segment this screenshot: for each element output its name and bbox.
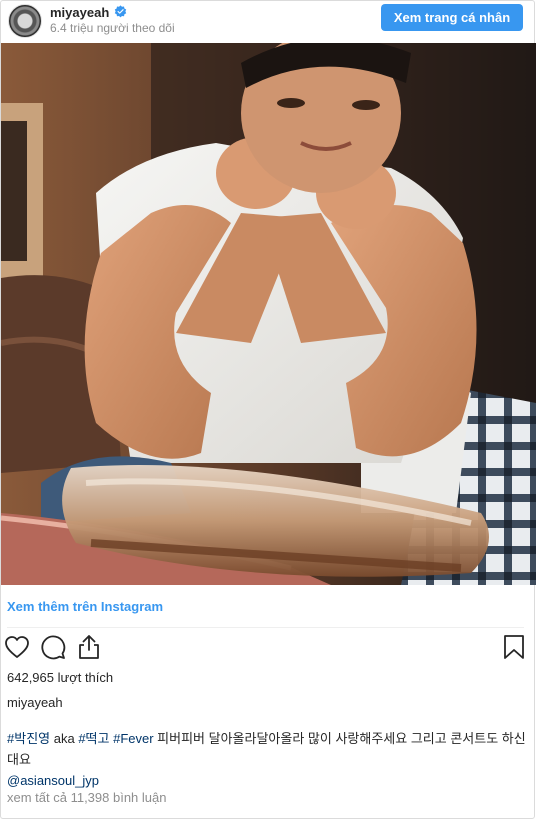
post-owner-username[interactable]: miyayeah bbox=[7, 695, 63, 710]
action-bar bbox=[1, 633, 536, 663]
like-count[interactable]: 642,965 lượt thích bbox=[7, 670, 113, 685]
instagram-embed-card: miyayeah 6.4 triệu người theo dõi Xem tr… bbox=[0, 0, 536, 819]
follower-count: 6.4 triệu người theo dõi bbox=[50, 21, 175, 35]
comment-icon[interactable] bbox=[39, 633, 67, 661]
username[interactable]: miyayeah bbox=[50, 5, 109, 20]
bookmark-icon[interactable] bbox=[500, 633, 528, 661]
view-profile-button[interactable]: Xem trang cá nhân bbox=[381, 4, 523, 31]
divider bbox=[7, 627, 524, 628]
hashtag-link[interactable]: #Fever bbox=[113, 731, 153, 746]
hashtag-link[interactable]: #떡고 bbox=[78, 731, 109, 746]
heart-icon[interactable] bbox=[3, 633, 31, 661]
view-more-on-instagram-link[interactable]: Xem thêm trên Instagram bbox=[7, 599, 163, 614]
hashtag-link[interactable]: #박진영 bbox=[7, 731, 50, 746]
avatar[interactable] bbox=[8, 4, 42, 38]
post-photo-image bbox=[1, 43, 536, 585]
view-all-comments-link[interactable]: xem tất cả 11,398 bình luận bbox=[7, 790, 166, 805]
mention-link[interactable]: @asiansoul_jyp bbox=[7, 773, 99, 788]
caption-text: aka bbox=[50, 731, 79, 746]
share-icon[interactable] bbox=[75, 633, 103, 661]
post-photo[interactable] bbox=[1, 43, 536, 585]
post-header: miyayeah 6.4 triệu người theo dõi Xem tr… bbox=[1, 1, 534, 43]
verified-badge-icon bbox=[114, 5, 127, 18]
post-caption: #박진영 aka #떡고 #Fever 피버피버 달아올라달아올라 많이 사랑해… bbox=[7, 728, 527, 791]
